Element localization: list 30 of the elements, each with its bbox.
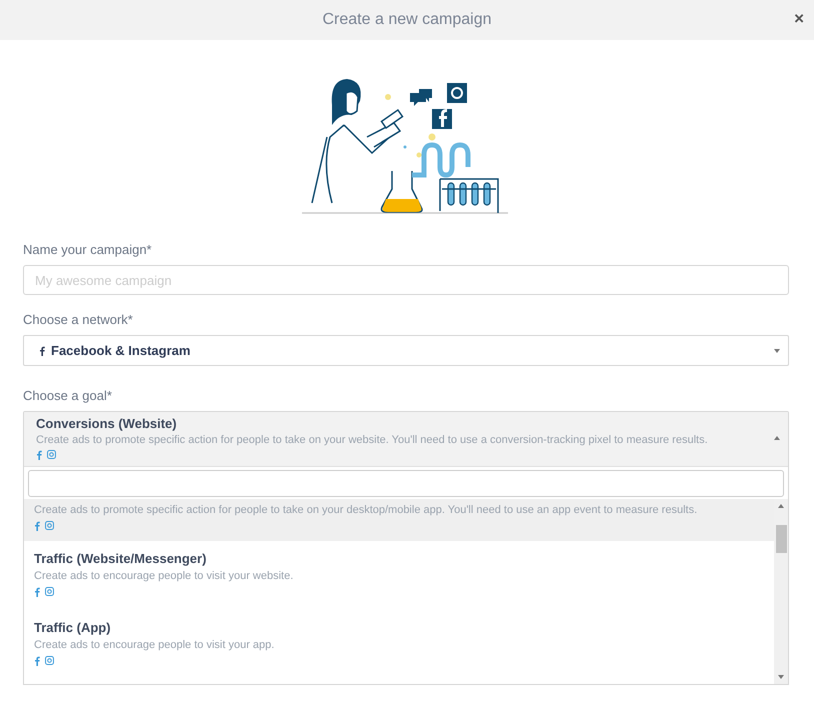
instagram-icon	[47, 450, 56, 459]
network-dropdown[interactable]: Facebook & Instagram	[23, 335, 789, 366]
caret-icon	[774, 436, 780, 440]
option-title: Traffic (App)	[34, 620, 112, 635]
instagram-icon	[45, 521, 54, 530]
dialog-title: Create a new campaign	[322, 11, 492, 29]
option-description: Create ads to promote specific action for people to take on your website. You'll need to use a conversion-tracking pixel to measure results.	[36, 434, 709, 446]
facebook-icon	[34, 586, 40, 596]
goal-dropdown[interactable]: Conversions (Website) Create ads to promote specific action for people to take on your website. You'll need to use a conversion-tracking pixel to measure results.	[24, 412, 788, 467]
scrollbar[interactable]	[774, 499, 788, 684]
search-field[interactable]	[28, 470, 784, 497]
caret-icon	[774, 348, 780, 352]
option-description: Create ads to promote specific action for people to take on your desktop/mobile app. You'll need to use an app event to measure results.	[34, 504, 698, 516]
field-label: Choose a goal*	[23, 388, 113, 403]
close-button[interactable]: ×	[792, 10, 806, 28]
network-value: Facebook & Instagram	[51, 343, 190, 358]
field-label: Choose a network*	[23, 312, 134, 327]
option-description: Create ads to encourage people to visit your website.	[34, 570, 294, 582]
option-title: Traffic (Website/Messenger)	[34, 551, 208, 566]
facebook-icon	[36, 450, 42, 460]
facebook-icon	[34, 520, 40, 530]
instagram-icon	[45, 656, 54, 665]
field-label: Name your campaign*	[23, 242, 153, 257]
goal-option[interactable]: Traffic (App) Create ads to encourage people to visit your app.	[24, 610, 774, 679]
instagram-icon	[45, 587, 54, 596]
option-title: Conversions (Website)	[36, 416, 178, 431]
goal-option[interactable]: Traffic (Website/Messenger) Create ads to encourage people to visit your website.	[24, 541, 774, 610]
facebook-icon	[34, 656, 40, 666]
facebook-icon	[39, 346, 45, 356]
option-description: Create ads to encourage people to visit your app.	[34, 639, 276, 651]
